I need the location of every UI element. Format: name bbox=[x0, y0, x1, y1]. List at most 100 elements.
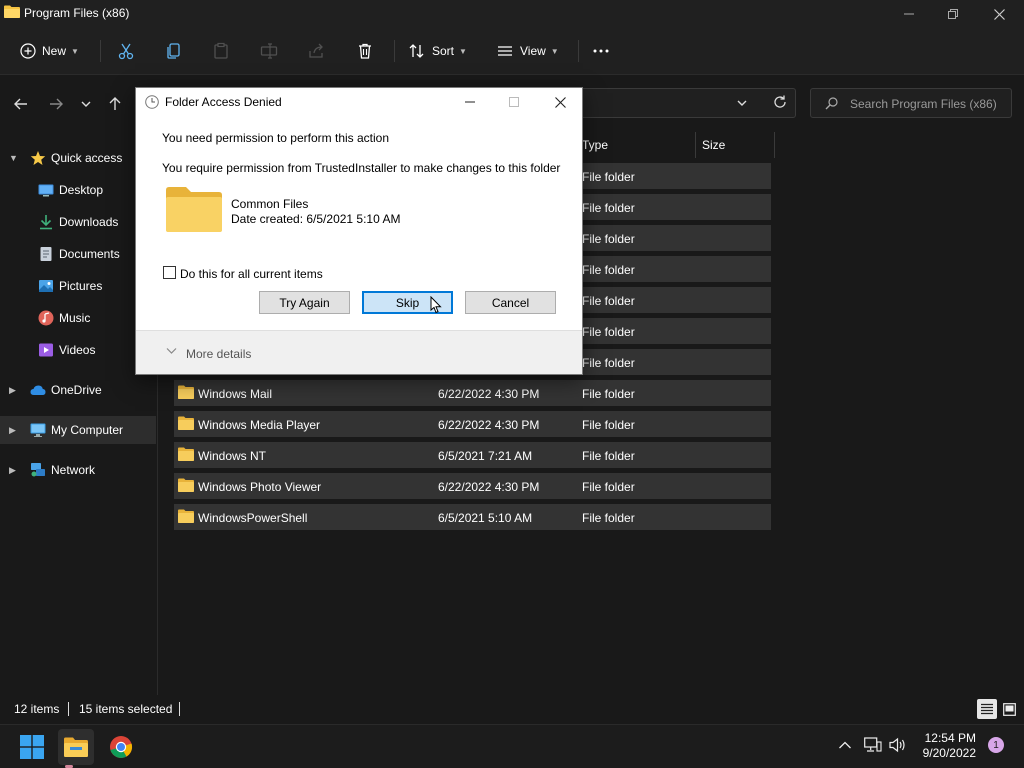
column-header-type[interactable]: Type bbox=[582, 132, 608, 158]
sidebar-item-label: Documents bbox=[59, 247, 120, 261]
arrow-up-icon bbox=[109, 97, 121, 110]
clock-time: 12:54 PM bbox=[924, 731, 976, 745]
paste-button[interactable] bbox=[212, 38, 230, 64]
restore-button[interactable] bbox=[930, 2, 976, 26]
dialog-maximize-button[interactable] bbox=[494, 91, 534, 113]
cloud-icon bbox=[30, 382, 46, 398]
view-button[interactable]: View ▼ bbox=[496, 38, 559, 64]
chevron-right-icon[interactable]: ▶ bbox=[9, 425, 16, 436]
folder-icon bbox=[178, 447, 194, 461]
chrome-icon bbox=[110, 736, 133, 758]
network-status-button[interactable] bbox=[864, 737, 882, 756]
share-button[interactable] bbox=[308, 38, 326, 64]
folder-icon bbox=[178, 478, 194, 492]
copy-button[interactable] bbox=[165, 38, 183, 64]
details-view-icon bbox=[981, 703, 993, 715]
details-view-button[interactable] bbox=[977, 699, 997, 719]
close-button[interactable] bbox=[976, 2, 1022, 26]
clock[interactable]: 12:54 PM 9/20/2022 bbox=[923, 731, 976, 761]
address-dropdown-button[interactable] bbox=[737, 97, 747, 111]
row-date: 6/5/2021 7:21 AM bbox=[438, 449, 533, 463]
more-options-button[interactable] bbox=[592, 38, 610, 64]
table-row[interactable]: Windows Mail 6/22/2022 4:30 PM File fold… bbox=[174, 380, 771, 406]
close-icon bbox=[993, 8, 1005, 20]
row-type: File folder bbox=[582, 387, 635, 401]
sidebar-item-videos[interactable]: Videos bbox=[0, 336, 156, 364]
apply-to-all-checkbox[interactable] bbox=[163, 266, 176, 279]
delete-button[interactable] bbox=[356, 38, 374, 64]
row-type: File folder bbox=[582, 480, 635, 494]
sidebar-item-label: Videos bbox=[59, 343, 96, 357]
table-row[interactable]: Windows NT 6/5/2021 7:21 AM File folder bbox=[174, 442, 771, 468]
sidebar-item-desktop[interactable]: Desktop bbox=[0, 176, 156, 204]
chevron-down-icon bbox=[81, 101, 91, 107]
windows-logo-icon bbox=[20, 735, 44, 759]
chevron-down-icon bbox=[737, 100, 747, 106]
chevron-right-icon[interactable]: ▶ bbox=[9, 385, 16, 396]
mouse-cursor-icon bbox=[430, 296, 442, 314]
try-again-button[interactable]: Try Again bbox=[259, 291, 350, 314]
window-title: Program Files (x86) bbox=[24, 6, 130, 20]
column-header-size[interactable]: Size bbox=[702, 132, 725, 158]
column-divider[interactable] bbox=[695, 132, 696, 158]
show-hidden-icons-button[interactable] bbox=[838, 738, 852, 755]
sort-icon bbox=[409, 44, 424, 58]
new-button[interactable]: New ▼ bbox=[20, 38, 79, 64]
chevron-down-icon bbox=[166, 348, 177, 354]
start-button[interactable] bbox=[14, 729, 50, 765]
sidebar-item-label: OneDrive bbox=[51, 383, 102, 397]
sidebar-item-my-computer[interactable]: ▶ My Computer bbox=[0, 416, 156, 444]
up-button[interactable] bbox=[103, 92, 127, 116]
minimize-button[interactable] bbox=[886, 2, 932, 26]
minimize-icon bbox=[904, 13, 914, 15]
clipboard-icon bbox=[214, 42, 228, 59]
sidebar-item-downloads[interactable]: Downloads bbox=[0, 208, 156, 236]
table-row[interactable]: WindowsPowerShell 6/5/2021 5:10 AM File … bbox=[174, 504, 771, 530]
sidebar-item-label: Downloads bbox=[59, 215, 119, 229]
sidebar-item-onedrive[interactable]: ▶ OneDrive bbox=[0, 376, 156, 404]
arrow-left-icon bbox=[14, 98, 27, 110]
cancel-button[interactable]: Cancel bbox=[465, 291, 556, 314]
file-explorer-taskbar-button[interactable] bbox=[58, 729, 94, 765]
row-type: File folder bbox=[582, 294, 635, 308]
row-name: Windows Photo Viewer bbox=[198, 480, 322, 494]
chevron-down-icon[interactable]: ▼ bbox=[9, 153, 18, 163]
more-details-toggle[interactable]: More details bbox=[186, 347, 251, 361]
sort-button[interactable]: Sort ▼ bbox=[408, 38, 467, 64]
chevron-right-icon[interactable]: ▶ bbox=[9, 465, 16, 476]
scissors-icon bbox=[118, 43, 134, 60]
dialog-minimize-button[interactable] bbox=[450, 91, 490, 113]
sidebar-item-pictures[interactable]: Pictures bbox=[0, 272, 156, 300]
computer-icon bbox=[30, 422, 46, 438]
folder-access-denied-dialog: Folder Access Denied You need permission… bbox=[135, 87, 583, 375]
row-type: File folder bbox=[582, 418, 635, 432]
tiles-view-button[interactable] bbox=[999, 699, 1019, 719]
refresh-button[interactable] bbox=[773, 95, 787, 112]
volume-button[interactable] bbox=[889, 737, 907, 756]
sidebar-item-network[interactable]: ▶ Network bbox=[0, 456, 156, 484]
apply-to-all-label[interactable]: Do this for all current items bbox=[180, 267, 323, 281]
chevron-down-icon: ▼ bbox=[71, 46, 79, 56]
search-input[interactable]: Search Program Files (x86) bbox=[810, 88, 1012, 118]
cut-button[interactable] bbox=[117, 38, 135, 64]
row-date: 6/5/2021 5:10 AM bbox=[438, 511, 533, 525]
new-label: New bbox=[42, 44, 67, 58]
recent-locations-button[interactable] bbox=[74, 92, 98, 116]
sidebar-item-documents[interactable]: Documents bbox=[0, 240, 156, 268]
maximize-icon bbox=[509, 97, 519, 107]
back-button[interactable] bbox=[9, 92, 33, 116]
row-type: File folder bbox=[582, 263, 635, 277]
table-row[interactable]: Windows Photo Viewer 6/22/2022 4:30 PM F… bbox=[174, 473, 771, 499]
dialog-close-button[interactable] bbox=[540, 91, 580, 113]
forward-button[interactable] bbox=[44, 92, 68, 116]
volume-icon bbox=[889, 737, 905, 753]
column-divider[interactable] bbox=[774, 132, 775, 158]
table-row[interactable]: Windows Media Player 6/22/2022 4:30 PM F… bbox=[174, 411, 771, 437]
rename-button[interactable] bbox=[260, 38, 278, 64]
row-type: File folder bbox=[582, 232, 635, 246]
sidebar-item-quick-access[interactable]: ▼ Quick access bbox=[0, 144, 156, 172]
notification-badge[interactable]: 1 bbox=[988, 737, 1004, 753]
sidebar-item-music[interactable]: Music bbox=[0, 304, 156, 332]
copy-icon bbox=[167, 43, 180, 59]
chrome-taskbar-button[interactable] bbox=[103, 729, 139, 765]
